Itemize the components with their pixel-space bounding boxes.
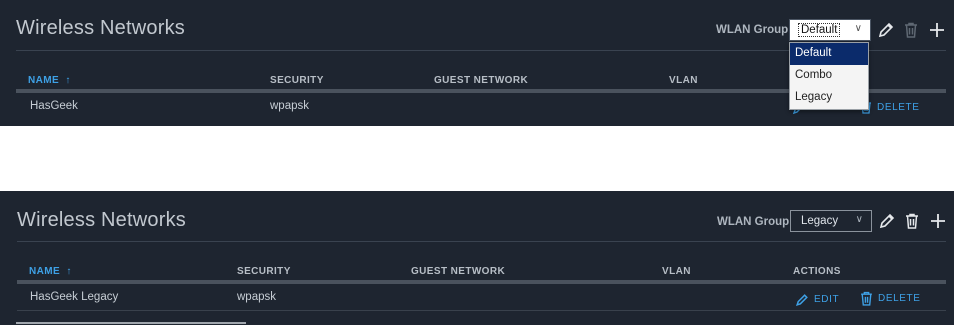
network-name: HasGeek Legacy bbox=[30, 291, 119, 303]
chevron-down-icon: ∨ bbox=[855, 214, 863, 225]
column-header-security[interactable]: SECURITY bbox=[237, 266, 291, 277]
edit-button[interactable]: EDIT bbox=[795, 292, 839, 307]
plus-icon[interactable] bbox=[929, 212, 947, 230]
page-title: Wireless Networks bbox=[16, 17, 185, 39]
column-header-name[interactable]: NAME ↑ bbox=[28, 75, 71, 86]
chevron-down-icon: ∨ bbox=[854, 23, 862, 34]
trash-icon bbox=[902, 21, 920, 39]
table-row-divider bbox=[17, 310, 946, 311]
wlan-group-select[interactable]: Legacy ∨ bbox=[790, 210, 872, 232]
column-header-vlan[interactable]: VLAN bbox=[669, 75, 698, 86]
dropdown-option-default[interactable]: Default bbox=[790, 43, 868, 65]
wlan-group-select-value: Default bbox=[798, 23, 841, 37]
wireless-networks-panel-top: Wireless Networks WLAN Group Default ∨ N… bbox=[0, 0, 954, 126]
dropdown-option-legacy[interactable]: Legacy bbox=[790, 87, 868, 109]
delete-button[interactable]: DELETE bbox=[859, 291, 921, 306]
trash-icon bbox=[861, 291, 872, 306]
pencil-icon[interactable] bbox=[878, 212, 896, 230]
column-header-name[interactable]: NAME ↑ bbox=[29, 266, 72, 277]
sort-ascending-icon: ↑ bbox=[65, 75, 71, 86]
network-security: wpapsk bbox=[237, 291, 276, 303]
wlan-group-select[interactable]: Default ∨ bbox=[789, 19, 871, 41]
edit-label: EDIT bbox=[814, 294, 840, 305]
pencil-icon bbox=[795, 294, 808, 307]
wireless-networks-panel-bottom: Wireless Networks WLAN Group Legacy ∨ NA… bbox=[0, 191, 954, 325]
column-header-security[interactable]: SECURITY bbox=[270, 75, 324, 86]
column-header-actions: ACTIONS bbox=[793, 266, 841, 277]
column-header-guest-network[interactable]: GUEST NETWORK bbox=[434, 75, 528, 86]
sort-ascending-icon: ↑ bbox=[66, 266, 72, 277]
network-security: wpapsk bbox=[270, 100, 309, 112]
column-header-guest-network[interactable]: GUEST NETWORK bbox=[411, 266, 505, 277]
column-header-vlan[interactable]: VLAN bbox=[662, 266, 691, 277]
trash-icon[interactable] bbox=[903, 212, 921, 230]
delete-label: DELETE bbox=[877, 101, 920, 113]
page-title: Wireless Networks bbox=[17, 209, 186, 231]
table-header-divider bbox=[17, 280, 946, 284]
horizontal-scrollbar[interactable] bbox=[16, 322, 246, 324]
pencil-icon[interactable] bbox=[877, 21, 895, 39]
wlan-group-dropdown[interactable]: Default Combo Legacy bbox=[789, 42, 869, 110]
wlan-group-label: WLAN Group bbox=[716, 24, 789, 36]
wlan-group-select-value: Legacy bbox=[801, 215, 839, 227]
delete-label: DELETE bbox=[878, 293, 921, 304]
plus-icon[interactable] bbox=[928, 21, 946, 39]
dropdown-option-combo[interactable]: Combo bbox=[790, 65, 868, 87]
wlan-group-label: WLAN Group bbox=[717, 216, 790, 228]
title-divider bbox=[17, 241, 946, 242]
network-name: HasGeek bbox=[30, 100, 78, 112]
